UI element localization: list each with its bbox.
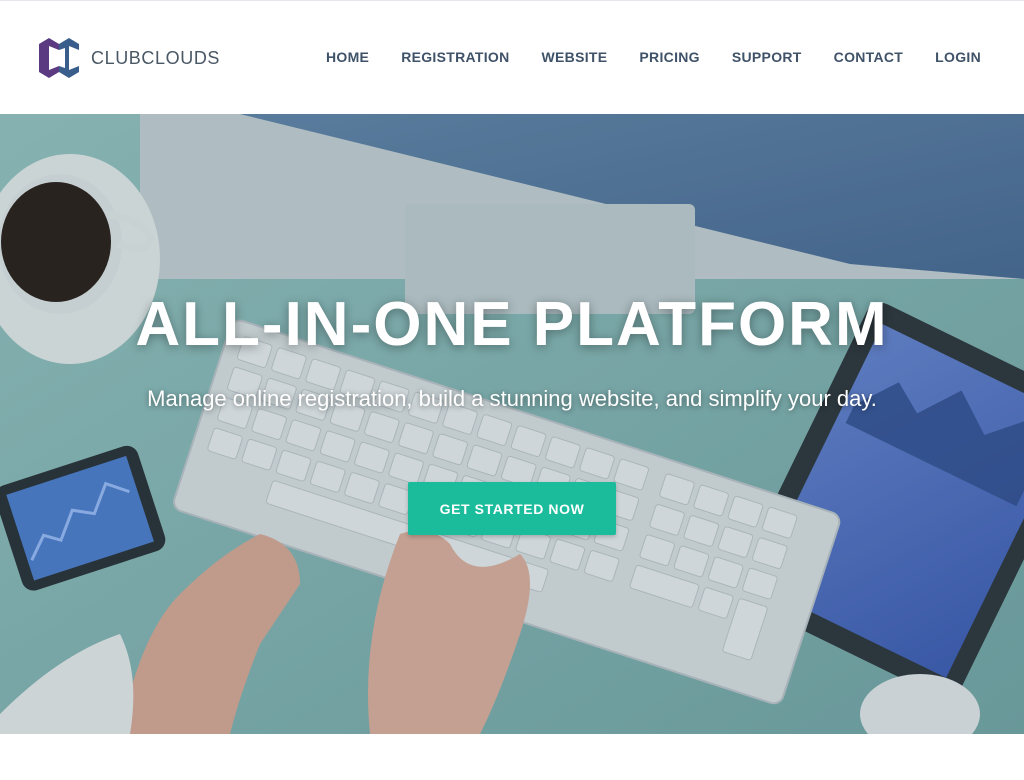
- brand-name: CLUBCLOUDS: [91, 47, 221, 68]
- hero-content: ALL-IN-ONE PLATFORM Manage online regist…: [0, 114, 1024, 734]
- nav-login[interactable]: LOGIN: [935, 49, 981, 65]
- nav-registration[interactable]: REGISTRATION: [401, 49, 509, 65]
- site-header: CLUBCLOUDS HOME REGISTRATION WEBSITE PRI…: [0, 1, 1024, 114]
- nav-support[interactable]: SUPPORT: [732, 49, 802, 65]
- clubclouds-logo-icon: [39, 38, 79, 78]
- nav-pricing[interactable]: PRICING: [639, 49, 699, 65]
- hero-section: ALL-IN-ONE PLATFORM Manage online regist…: [0, 114, 1024, 734]
- hero-title: ALL-IN-ONE PLATFORM: [135, 290, 889, 359]
- get-started-button[interactable]: GET STARTED NOW: [408, 482, 616, 535]
- hero-subtitle: Manage online registration, build a stun…: [147, 386, 877, 411]
- main-nav: HOME REGISTRATION WEBSITE PRICING SUPPOR…: [294, 49, 981, 65]
- nav-contact[interactable]: CONTACT: [834, 49, 904, 65]
- brand-logo-link[interactable]: CLUBCLOUDS: [39, 38, 220, 78]
- nav-home[interactable]: HOME: [326, 49, 369, 65]
- nav-website[interactable]: WEBSITE: [542, 49, 608, 65]
- page-bottom-strip: [0, 734, 1024, 780]
